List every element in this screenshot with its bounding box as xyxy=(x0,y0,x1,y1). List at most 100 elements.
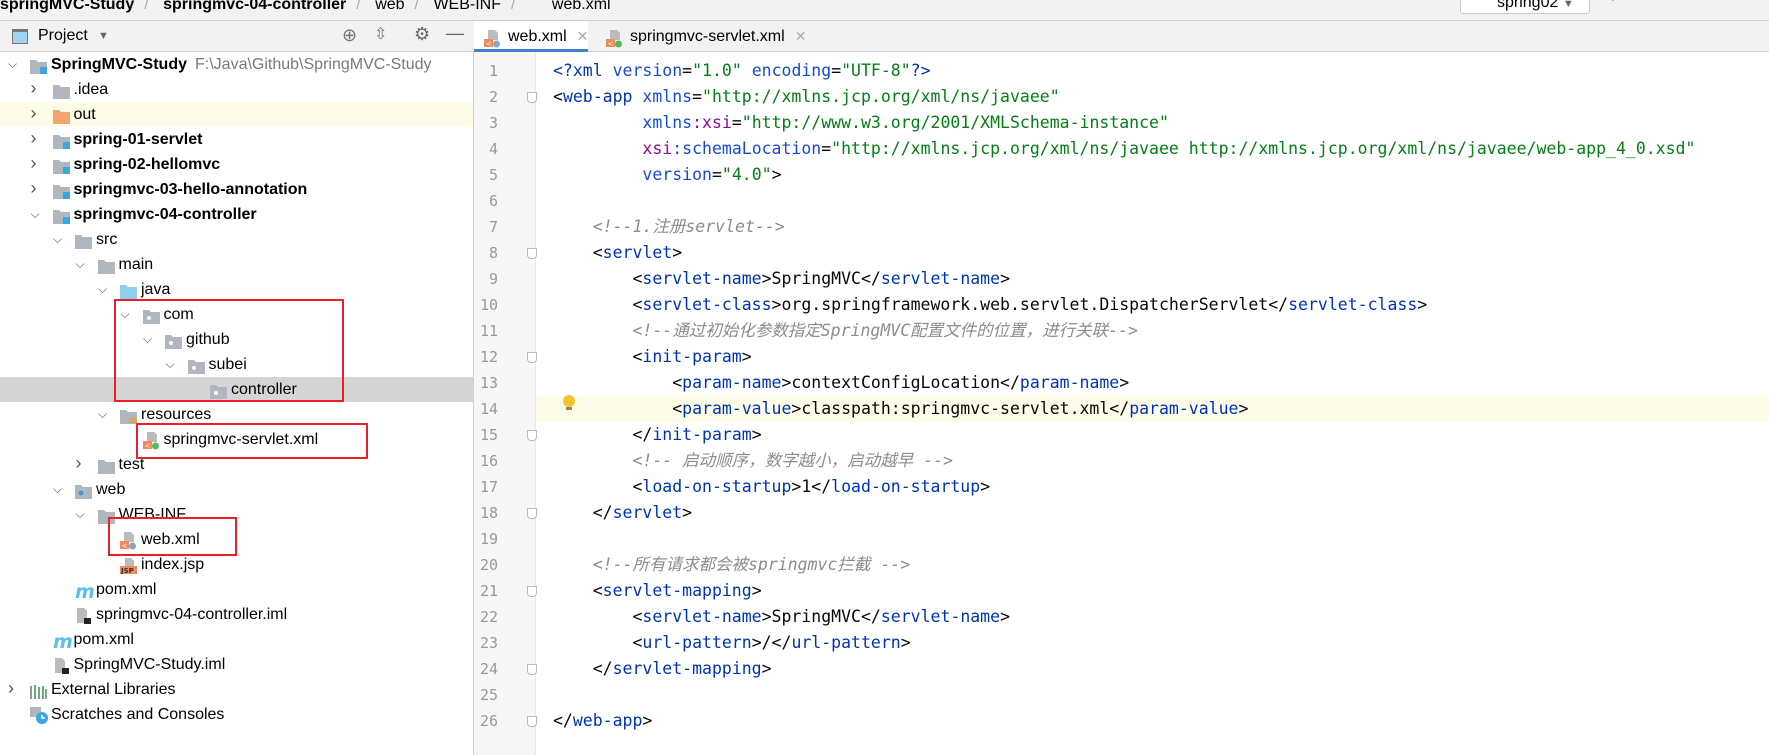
tree-item[interactable]: › External Libraries xyxy=(0,677,473,702)
tree-item-label: pom.xml xyxy=(96,577,156,602)
code-line[interactable]: </servlet> xyxy=(536,500,1769,526)
chevron-down-icon[interactable]: ⌵ xyxy=(53,477,65,502)
code-line[interactable]: <servlet-name>SpringMVC</servlet-name> xyxy=(536,266,1769,292)
breadcrumb-item[interactable]: WEB-INF xyxy=(433,0,501,13)
chevron-right-icon[interactable]: › xyxy=(31,76,43,101)
code-line[interactable]: xsi:schemaLocation="http://xmlns.jcp.org… xyxy=(536,136,1769,162)
code-editor[interactable]: <?xml version="1.0" encoding="UTF-8"?> <w… xyxy=(536,52,1769,755)
chevron-right-icon[interactable]: › xyxy=(31,101,43,126)
code-line[interactable]: <url-pattern>/</url-pattern> xyxy=(536,630,1769,656)
code-line[interactable]: </init-param> xyxy=(536,422,1769,448)
code-line[interactable]: <servlet> xyxy=(536,240,1769,266)
line-number: 12 xyxy=(479,348,498,366)
code-line[interactable] xyxy=(536,682,1769,708)
tree-item[interactable]: ⌵ src xyxy=(0,227,473,252)
tree-item[interactable]: › .idea xyxy=(0,77,473,102)
libraries-icon xyxy=(30,682,47,699)
code-line[interactable]: <!--通过初始化参数指定SpringMVC配置文件的位置，进行关联--> xyxy=(536,318,1769,344)
chevron-down-icon[interactable]: ▼ xyxy=(98,30,109,42)
svg-text:m: m xyxy=(53,635,73,649)
code-line[interactable]: </web-app> xyxy=(536,708,1769,734)
chevron-right-icon[interactable]: › xyxy=(31,126,43,151)
code-line[interactable] xyxy=(536,188,1769,214)
tree-item-path: F:\Java\Github\SpringMVC-Study xyxy=(195,56,432,73)
breadcrumb-item[interactable]: springMVC-Study xyxy=(0,0,134,13)
tree-item-name: spring-01-servlet xyxy=(73,131,203,148)
code-line[interactable]: <!--所有请求都会被springmvc拦截 --> xyxy=(536,552,1769,578)
tree-item[interactable]: ⌵ main xyxy=(0,252,473,277)
fold-marker-icon[interactable] xyxy=(527,508,537,519)
folder-icon xyxy=(75,232,92,249)
code-line[interactable]: version="4.0"> xyxy=(536,162,1769,188)
tree-item[interactable]: ⌵ web xyxy=(0,477,473,502)
tree-item[interactable]: › spring-01-servlet xyxy=(0,127,473,152)
line-number: 18 xyxy=(479,504,498,522)
chevron-down-icon[interactable]: ⌵ xyxy=(98,277,110,302)
fold-marker-icon[interactable] xyxy=(527,430,537,441)
chevron-down-icon[interactable]: ⌵ xyxy=(76,252,88,277)
run-configuration-select[interactable]: spring02 ▼ xyxy=(1460,0,1590,14)
close-tab-icon[interactable]: ✕ xyxy=(795,28,807,44)
code-token: >1</ xyxy=(791,477,832,496)
breadcrumb-item[interactable]: web.xml xyxy=(530,0,611,13)
chevron-right-icon[interactable]: › xyxy=(31,176,43,201)
gear-icon[interactable]: ⚙ xyxy=(414,24,430,45)
breadcrumb-item[interactable]: web xyxy=(375,0,404,13)
fold-marker-icon[interactable] xyxy=(527,586,537,597)
chevron-down-icon[interactable]: ⌵ xyxy=(98,402,110,427)
code-token: >org.springframework.web.servlet.Dispatc… xyxy=(771,295,1289,314)
code-line[interactable]: <?xml version="1.0" encoding="UTF-8"?> xyxy=(536,58,1769,84)
breadcrumb-item[interactable]: springmvc-04-controller xyxy=(163,0,346,13)
tree-item[interactable]: springmvc-04-controller.iml xyxy=(0,602,473,627)
code-line[interactable]: <servlet-class>org.springframework.web.s… xyxy=(536,292,1769,318)
tree-item-label: pom.xml xyxy=(74,627,134,652)
fold-marker-icon[interactable] xyxy=(527,716,537,727)
line-number: 11 xyxy=(479,322,498,340)
chevron-down-icon[interactable]: ⌵ xyxy=(8,52,20,77)
chevron-right-icon[interactable]: › xyxy=(31,151,43,176)
tree-item[interactable]: SpringMVC-Study.iml xyxy=(0,652,473,677)
code-token: </ xyxy=(553,425,653,444)
code-line[interactable]: xmlns:xsi="http://www.w3.org/2001/XMLSch… xyxy=(536,110,1769,136)
code-line[interactable]: </servlet-mapping> xyxy=(536,656,1769,682)
chevron-right-icon[interactable]: › xyxy=(76,451,88,476)
tab-springmvc-servlet-xml[interactable]: < springmvc-servlet.xml ✕ xyxy=(596,21,806,52)
code-line[interactable]: <servlet-name>SpringMVC</servlet-name> xyxy=(536,604,1769,630)
locate-icon[interactable]: ⊕ xyxy=(342,25,357,46)
tree-item[interactable]: m pom.xml xyxy=(0,627,473,653)
project-view-selector[interactable]: Project xyxy=(38,27,88,45)
code-line[interactable]: <!-- 启动顺序，数字越小，启动越早 --> xyxy=(536,448,1769,474)
lightbulb-icon[interactable] xyxy=(562,395,576,411)
tree-item[interactable]: ⌵ SpringMVC-Study F:\Java\Github\SpringMVC… xyxy=(0,52,473,77)
minimize-icon[interactable]: — xyxy=(446,23,464,44)
chevron-down-icon[interactable]: ⌵ xyxy=(53,227,65,252)
code-line[interactable]: <web-app xmlns="http://xmlns.jcp.org/xml… xyxy=(536,84,1769,110)
fold-marker-icon[interactable] xyxy=(527,352,537,363)
tree-item[interactable]: Scratches and Consoles xyxy=(0,702,473,727)
code-line[interactable]: <load-on-startup>1</load-on-startup> xyxy=(536,474,1769,500)
tree-item[interactable]: m pom.xml xyxy=(0,577,473,603)
chevron-right-icon[interactable]: › xyxy=(8,676,20,701)
fold-marker-icon[interactable] xyxy=(527,92,537,103)
code-token: >SpringMVC</ xyxy=(761,607,881,626)
code-line[interactable]: <init-param> xyxy=(536,344,1769,370)
code-line[interactable]: <param-value>classpath:springmvc-servlet… xyxy=(536,396,1769,422)
code-line[interactable] xyxy=(536,526,1769,552)
fold-marker-icon[interactable] xyxy=(527,664,537,675)
collapse-all-icon[interactable]: ⇳ xyxy=(374,24,387,44)
tree-item[interactable]: › springmvc-03-hello-annotation xyxy=(0,177,473,202)
fold-marker-icon[interactable] xyxy=(527,248,537,259)
tree-item-name: index.jsp xyxy=(141,556,205,573)
code-token: <?xml xyxy=(553,61,613,80)
tree-item[interactable]: › spring-02-hellomvc xyxy=(0,152,473,177)
chevron-down-icon[interactable]: ⌵ xyxy=(76,502,88,527)
tab-web-xml[interactable]: < web.xml ✕ xyxy=(474,21,589,52)
tree-item[interactable]: › out xyxy=(0,102,473,127)
code-line[interactable]: <param-name>contextConfigLocation</param… xyxy=(536,370,1769,396)
code-line[interactable]: <!--1.注册servlet--> xyxy=(536,214,1769,240)
code-token: "http://xmlns.jcp.org/xml/ns/javaee http… xyxy=(831,139,1696,158)
tree-item[interactable]: ⌵ springmvc-04-controller xyxy=(0,202,473,227)
close-tab-icon[interactable]: ✕ xyxy=(577,28,589,44)
chevron-down-icon[interactable]: ⌵ xyxy=(31,202,43,227)
code-line[interactable]: <servlet-mapping> xyxy=(536,578,1769,604)
